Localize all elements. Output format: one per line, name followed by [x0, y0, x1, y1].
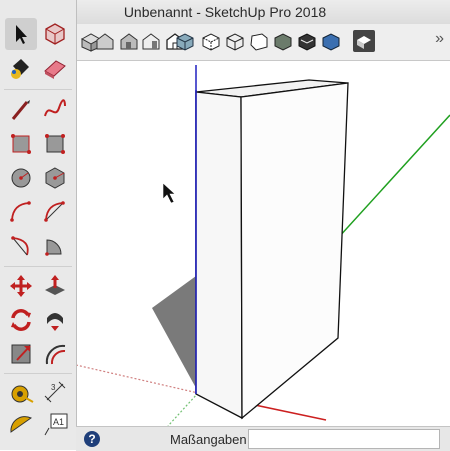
arc-3-point-icon[interactable] — [5, 230, 37, 262]
shaded-textures-style-icon[interactable] — [296, 30, 318, 52]
help-icon[interactable]: ? — [84, 431, 100, 447]
text-icon[interactable]: A1 — [39, 408, 71, 440]
scale-icon[interactable] — [5, 338, 37, 370]
arc-icon[interactable] — [5, 196, 37, 228]
toolbar-overflow-button[interactable]: » — [435, 30, 444, 48]
protractor-icon[interactable] — [5, 408, 37, 440]
box-shadow — [152, 276, 196, 388]
pie-icon[interactable] — [39, 230, 71, 262]
move-icon[interactable] — [5, 270, 37, 302]
rectangle-icon[interactable] — [5, 128, 37, 160]
circle-icon[interactable] — [5, 162, 37, 194]
push-pull-icon[interactable] — [39, 270, 71, 302]
arc-2-point-icon[interactable] — [39, 196, 71, 228]
drawing-viewport[interactable] — [76, 60, 450, 426]
monochrome-style-icon[interactable] — [320, 30, 342, 52]
scene-canvas[interactable] — [76, 60, 450, 426]
front-view-icon[interactable] — [118, 30, 140, 52]
freehand-icon[interactable] — [39, 94, 71, 126]
box-front-face — [195, 91, 243, 420]
dimension-icon[interactable]: 3 — [39, 376, 71, 408]
palette-divider — [4, 89, 72, 90]
hidden-line-style-icon[interactable] — [248, 30, 270, 52]
green-axis-dotted — [167, 392, 199, 426]
palette-divider — [4, 266, 72, 267]
shaded-style-icon[interactable] — [272, 30, 294, 52]
svg-text:3: 3 — [51, 383, 56, 392]
green-axis — [337, 114, 450, 239]
tape-measure-icon[interactable] — [5, 376, 37, 408]
paint-bucket-icon[interactable] — [5, 52, 37, 84]
xray-style-icon[interactable] — [174, 30, 196, 52]
select-icon[interactable] — [5, 18, 37, 50]
polygon-icon[interactable] — [39, 162, 71, 194]
top-toolbar: » — [76, 24, 450, 61]
3d-warehouse-icon[interactable] — [352, 29, 376, 53]
box-right-face — [240, 82, 349, 420]
component-icon[interactable] — [39, 18, 71, 50]
right-view-icon[interactable] — [140, 30, 162, 52]
eraser-icon[interactable] — [39, 52, 71, 84]
follow-me-icon[interactable] — [39, 304, 71, 336]
red-axis-dotted — [76, 364, 199, 394]
rotated-rectangle-icon[interactable] — [39, 128, 71, 160]
rotate-icon[interactable] — [5, 304, 37, 336]
tool-palette: 3 A1 — [0, 0, 77, 450]
measurements-input[interactable] — [248, 429, 440, 449]
top-view-icon[interactable] — [94, 30, 116, 52]
mouse-cursor — [162, 182, 176, 204]
palette-divider — [4, 373, 72, 374]
measurements-label: Maßangaben — [170, 432, 247, 447]
wireframe-style-icon[interactable] — [224, 30, 246, 52]
offset-icon[interactable] — [39, 338, 71, 370]
back-edges-style-icon[interactable] — [200, 30, 222, 52]
line-icon[interactable] — [5, 94, 37, 126]
svg-text:A1: A1 — [53, 417, 64, 427]
status-bar: ? Maßangaben — [76, 426, 450, 451]
